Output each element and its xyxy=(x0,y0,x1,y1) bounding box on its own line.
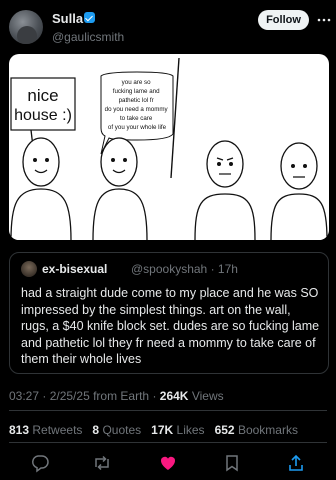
view-count: 264K xyxy=(159,389,189,403)
divider xyxy=(9,410,327,411)
bookmarks-count: 652 xyxy=(214,423,235,437)
quoted-tweet[interactable]: ex-bisexual @spookyshah · 17h had a stra… xyxy=(9,252,329,374)
author-name[interactable]: Sulla xyxy=(52,11,83,26)
sign-text-2: house :) xyxy=(14,107,72,124)
bubble-line: you are so xyxy=(122,79,151,86)
quoted-avatar xyxy=(21,261,37,277)
likes-label: Likes xyxy=(176,423,205,437)
retweets-count: 813 xyxy=(9,423,30,437)
action-bar xyxy=(0,453,336,475)
quoted-author-name: ex-bisexual xyxy=(42,262,108,276)
quoted-age: 17h xyxy=(217,262,238,276)
quoted-handle: @spookyshah xyxy=(131,262,208,276)
retweets-stat[interactable]: 813 Retweets xyxy=(9,423,82,437)
tweet-source: from Earth xyxy=(93,389,150,403)
reply-icon[interactable] xyxy=(30,453,50,473)
like-icon[interactable] xyxy=(158,453,178,473)
share-icon[interactable] xyxy=(286,453,306,473)
avatar[interactable] xyxy=(9,10,43,44)
bookmarks-stat[interactable]: 652 Bookmarks xyxy=(215,423,298,437)
quotes-stat[interactable]: 8 Quotes xyxy=(92,423,141,437)
quotes-label: Quotes xyxy=(102,423,142,437)
sign-text-1: nice xyxy=(27,86,58,105)
quoted-text: had a straight dude come to my place and… xyxy=(21,286,320,366)
comic-illustration: nice house :) you are so fucking lame an… xyxy=(10,57,328,240)
more-icon[interactable] xyxy=(316,12,332,28)
quoted-meta: @spookyshah · 17h xyxy=(131,262,238,276)
follow-button[interactable]: Follow xyxy=(258,10,309,30)
retweet-icon[interactable] xyxy=(92,453,112,473)
bookmark-icon[interactable] xyxy=(222,453,242,473)
likes-stat[interactable]: 17K Likes xyxy=(151,423,204,437)
quotes-count: 8 xyxy=(92,423,100,437)
retweets-label: Retweets xyxy=(32,423,83,437)
tweet-image[interactable]: nice house :) you are so fucking lame an… xyxy=(9,54,329,240)
likes-count: 17K xyxy=(151,423,174,437)
verified-icon xyxy=(84,12,95,23)
bubble-line: to take care xyxy=(120,115,153,122)
bubble-line: fucking lame and xyxy=(113,88,160,95)
tweet-date: 2/25/25 xyxy=(49,389,90,403)
bookmarks-label: Bookmarks xyxy=(237,423,298,437)
bubble-line: pathetic lol fr xyxy=(119,97,154,104)
tweet-time: 03:27 xyxy=(9,389,40,403)
divider xyxy=(9,442,327,443)
bubble-line: of you your whole life xyxy=(108,124,167,131)
bubble-line: do you need a mommy xyxy=(105,106,169,113)
author-handle[interactable]: @gaulicsmith xyxy=(52,30,124,44)
views-label: Views xyxy=(191,389,224,403)
tweet-meta: 03:27 · 2/25/25 from Earth · 264K Views xyxy=(9,389,224,403)
tweet-header: Sulla @gaulicsmith Follow xyxy=(0,0,336,50)
engagement-stats: 813 Retweets 8 Quotes 17K Likes 652 Book… xyxy=(9,423,298,437)
